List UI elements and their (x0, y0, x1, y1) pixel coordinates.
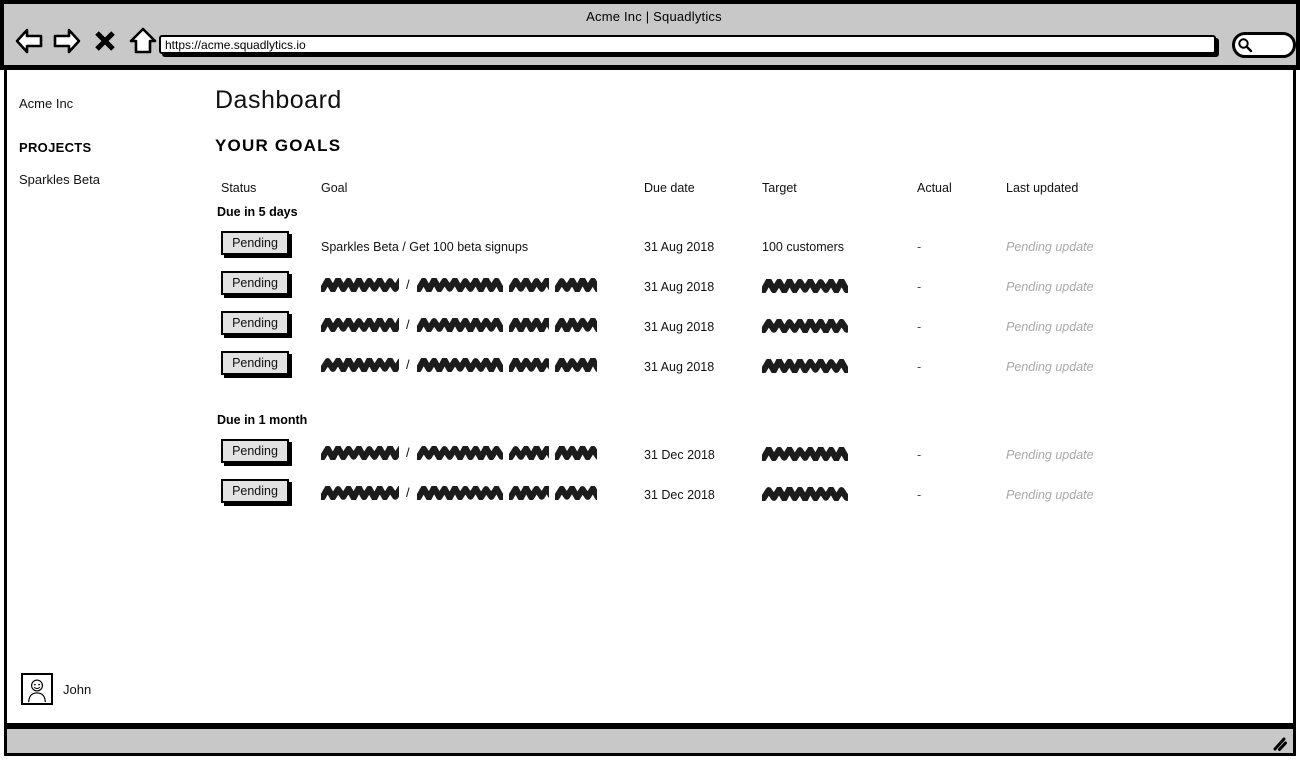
table-row: Pending Sparkles Beta / Get 100 beta sign… (215, 231, 1285, 271)
page-title: Dashboard (215, 86, 342, 114)
sidebar: Acme Inc PROJECTS Sparkles Beta John (7, 70, 207, 720)
goal-cell-redacted: / (321, 317, 597, 332)
last-updated-cell: Pending update (1006, 360, 1094, 374)
goals-table: Status Goal Due date Target Actual Last updat… (215, 175, 1285, 519)
resize-grip-icon[interactable] (1271, 735, 1287, 751)
user-avatar-icon (21, 673, 53, 705)
goal-separator: / (406, 485, 410, 500)
status-badge-pending[interactable]: Pending (221, 439, 289, 463)
search-input[interactable] (1232, 32, 1296, 58)
target-cell: 100 customers (762, 240, 844, 254)
column-header-goal: Goal (321, 181, 348, 195)
goal-separator: / (406, 277, 410, 292)
goal-separator: / (406, 317, 410, 332)
column-header-actual: Actual (917, 181, 952, 195)
table-row: Pending / 31 Dec 2018 - Pending update (215, 439, 1285, 479)
actual-cell: - (917, 360, 922, 374)
status-badge-pending[interactable]: Pending (221, 479, 289, 503)
page-viewport: Acme Inc PROJECTS Sparkles Beta John Das… (4, 70, 1296, 726)
actual-cell: - (917, 488, 922, 502)
target-cell-redacted (762, 317, 848, 335)
status-badge-pending[interactable]: Pending (221, 271, 289, 295)
goal-cell-redacted: / (321, 277, 597, 292)
browser-window: Acme Inc | Squadlytics https://acme.squa… (0, 0, 1300, 760)
goal-cell-redacted: / (321, 357, 597, 372)
sidebar-user[interactable]: John (21, 673, 91, 705)
goal-cell-redacted: / (321, 445, 597, 460)
status-bar (4, 726, 1296, 756)
browser-nav-buttons (14, 26, 158, 56)
last-updated-cell: Pending update (1006, 448, 1094, 462)
due-date-cell: 31 Aug 2018 (644, 320, 715, 334)
search-icon (1238, 38, 1253, 53)
last-updated-cell: Pending update (1006, 280, 1094, 294)
table-row: Pending / 31 Dec 2018 - Pending update (215, 479, 1285, 519)
address-bar-value: https://acme.squadlytics.io (165, 38, 306, 52)
goal-group-label: Due in 1 month (217, 413, 308, 427)
goal-cell: Sparkles Beta / Get 100 beta signups (321, 240, 529, 254)
due-date-cell: 31 Aug 2018 (644, 280, 715, 294)
column-header-target: Target (762, 181, 797, 195)
forward-arrow-icon[interactable] (52, 26, 82, 56)
table-row: Pending / 31 Aug 2018 - Pending update (215, 351, 1285, 391)
goal-group: Due in 5 days Pending Sparkles Beta / Get … (215, 205, 1285, 391)
main-content: Dashboard YOUR GOALS Status Goal Due date T… (207, 70, 1293, 720)
sidebar-section-projects: PROJECTS (19, 140, 92, 155)
goal-group: Due in 1 month Pending/31 Dec 2018- Pendin… (215, 413, 1285, 519)
goal-group-label: Due in 5 days (217, 205, 298, 219)
actual-cell: - (917, 320, 922, 334)
table-row: Pending / 31 Aug 2018 - Pending update (215, 311, 1285, 351)
address-bar[interactable]: https://acme.squadlytics.io (159, 35, 1216, 54)
user-name-label: John (63, 681, 92, 697)
status-badge-pending[interactable]: Pending (221, 351, 289, 375)
due-date-cell: 31 Dec 2018 (644, 488, 715, 502)
target-cell-redacted (762, 445, 848, 463)
goal-separator: / (406, 445, 410, 460)
target-cell-redacted (762, 357, 848, 375)
last-updated-cell: Pending update (1006, 488, 1094, 502)
status-badge-pending[interactable]: Pending (221, 231, 289, 255)
sidebar-org-name[interactable]: Acme Inc (19, 96, 73, 111)
actual-cell: - (917, 448, 922, 462)
status-badge-pending[interactable]: Pending (221, 311, 289, 335)
browser-chrome: Acme Inc | Squadlytics https://acme.squa… (0, 0, 1300, 70)
back-arrow-icon[interactable] (14, 26, 44, 56)
column-header-due-date: Due date (644, 181, 695, 195)
last-updated-cell: Pending update (1006, 240, 1094, 254)
due-date-cell: 31 Dec 2018 (644, 448, 715, 462)
goals-table-header: Status Goal Due date Target Actual Last updat… (215, 175, 1285, 205)
due-date-cell: 31 Aug 2018 (644, 240, 715, 254)
window-title: Acme Inc | Squadlytics (586, 9, 722, 24)
goal-cell-redacted: / (321, 485, 597, 500)
due-date-cell: 31 Aug 2018 (644, 360, 715, 374)
target-cell-redacted (762, 277, 848, 295)
section-title-your-goals: YOUR GOALS (215, 136, 342, 155)
goal-separator: / (406, 357, 410, 372)
table-row: Pending / 31 Aug 2018 - Pending update (215, 271, 1285, 311)
column-header-status: Status (221, 181, 257, 195)
column-header-last-updated: Last updated (1006, 181, 1079, 195)
last-updated-cell: Pending update (1006, 320, 1094, 334)
actual-cell: - (917, 280, 922, 294)
close-x-icon[interactable] (90, 26, 120, 56)
target-cell-redacted (762, 485, 848, 503)
home-icon[interactable] (128, 26, 158, 56)
actual-cell: - (917, 240, 922, 254)
sidebar-item-sparkles-beta[interactable]: Sparkles Beta (19, 172, 100, 187)
